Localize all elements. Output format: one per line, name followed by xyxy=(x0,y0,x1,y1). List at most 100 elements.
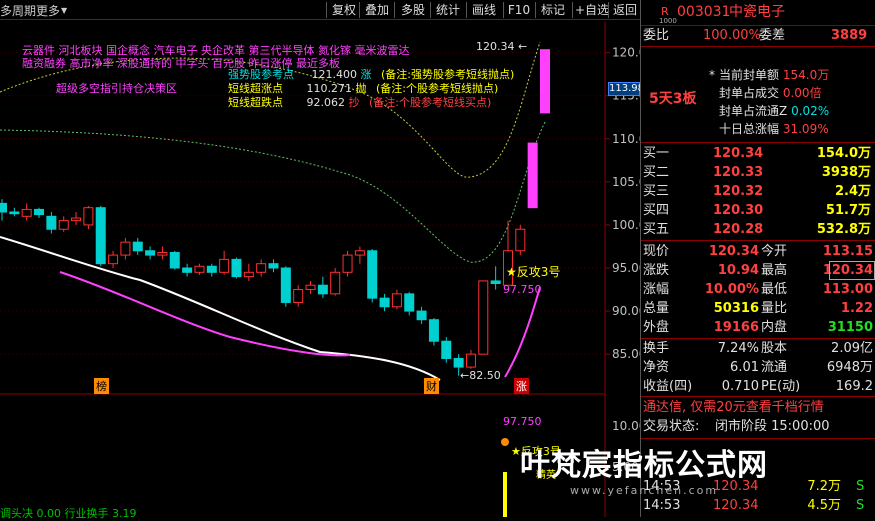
candle-body xyxy=(120,241,131,256)
candle[interactable] xyxy=(293,285,304,307)
candle[interactable] xyxy=(231,257,242,279)
candle[interactable] xyxy=(527,142,538,209)
toolbar-button[interactable]: 画线 xyxy=(468,1,500,19)
streak-label: 5天3板 xyxy=(649,91,697,107)
stat-value: 31.09% xyxy=(782,122,829,136)
toolbar-button[interactable]: 统计 xyxy=(432,1,464,19)
bid-price[interactable]: 120.28 xyxy=(713,221,763,239)
bid-volume: 154.0万 xyxy=(816,146,871,161)
weicha-value: 3889 xyxy=(831,28,868,43)
candle[interactable] xyxy=(145,246,156,260)
candle[interactable] xyxy=(478,280,489,355)
candle[interactable] xyxy=(515,224,526,256)
candle[interactable] xyxy=(490,266,501,290)
candle[interactable] xyxy=(83,205,94,230)
candle-body xyxy=(527,142,538,209)
candle[interactable] xyxy=(441,336,452,363)
candle-body xyxy=(490,280,501,285)
bid-price[interactable]: 120.33 xyxy=(713,164,763,182)
toolbar-button[interactable]: F10 xyxy=(505,1,533,19)
toolbar-button[interactable]: 标记 xyxy=(537,1,569,19)
toolbar-button[interactable]: +自选 xyxy=(574,1,610,19)
bid-price[interactable]: 120.34 xyxy=(713,145,763,163)
candle[interactable] xyxy=(169,250,180,270)
candle[interactable] xyxy=(108,250,119,268)
candle[interactable] xyxy=(416,306,427,324)
candle-body xyxy=(540,49,550,114)
candle[interactable] xyxy=(342,250,353,277)
candle[interactable] xyxy=(465,349,476,369)
candle[interactable] xyxy=(120,237,131,260)
fund-value: 6.01 xyxy=(730,360,759,375)
candle[interactable] xyxy=(71,212,82,225)
candle[interactable] xyxy=(21,203,32,221)
candle[interactable] xyxy=(367,249,378,303)
candle[interactable] xyxy=(404,292,415,316)
candle[interactable] xyxy=(330,268,341,296)
candle[interactable] xyxy=(182,263,193,277)
quote-value: 50316 xyxy=(713,301,759,316)
candle[interactable] xyxy=(391,289,402,310)
candle-body xyxy=(367,250,378,299)
candle[interactable] xyxy=(34,207,45,219)
candle[interactable] xyxy=(157,246,168,260)
toolbar-button[interactable]: 多股 xyxy=(396,1,430,19)
candle[interactable] xyxy=(428,317,439,346)
candle[interactable] xyxy=(132,237,143,256)
candle[interactable] xyxy=(540,49,550,114)
candle[interactable] xyxy=(46,212,57,234)
bid-label: 买五 xyxy=(643,222,670,237)
fangong-label: ★反攻3号 xyxy=(506,265,561,279)
marker-zhang[interactable]: 涨 xyxy=(514,378,529,394)
period-selector[interactable]: 多周期 xyxy=(0,2,36,19)
candle-body xyxy=(391,293,402,308)
bid-price[interactable]: 120.32 xyxy=(713,183,763,201)
candle[interactable] xyxy=(280,266,291,307)
bid-label: 买四 xyxy=(643,203,670,218)
toolbar-button[interactable]: 复权 xyxy=(328,1,360,19)
tick-price: 120.34 xyxy=(713,498,759,513)
candle-body xyxy=(305,284,316,291)
toolbar-button[interactable]: 叠加 xyxy=(361,1,393,19)
y-tick-label: 95.00 xyxy=(612,261,640,275)
candle[interactable] xyxy=(0,199,7,221)
candle[interactable] xyxy=(206,263,217,277)
candle[interactable] xyxy=(58,216,69,232)
toolbar-separator xyxy=(466,2,467,18)
candle[interactable] xyxy=(194,263,205,275)
candle[interactable] xyxy=(305,280,316,294)
candle[interactable] xyxy=(219,250,230,275)
more-menu[interactable]: 更多 xyxy=(36,2,60,19)
fund-label: 流通 xyxy=(761,360,788,375)
candle[interactable] xyxy=(243,263,254,281)
candle[interactable] xyxy=(317,276,328,299)
bid-price[interactable]: 120.30 xyxy=(713,202,763,220)
candle-body xyxy=(268,263,279,269)
candle[interactable] xyxy=(9,207,20,217)
toolbar-separator xyxy=(572,2,573,18)
marker-cai[interactable]: 财 xyxy=(424,378,439,394)
candle[interactable] xyxy=(268,259,279,273)
toolbar-separator xyxy=(503,2,504,18)
weicha-label: 委差 xyxy=(759,28,786,43)
upgrade-ad[interactable]: 通达信, 仅需20元查看千档行情 xyxy=(643,399,824,417)
candle-body xyxy=(219,258,230,273)
tick-time: 14:53 xyxy=(643,498,681,513)
marker-bang[interactable]: 榜 xyxy=(94,378,109,394)
candle[interactable] xyxy=(256,259,267,277)
fund-label: 股本 xyxy=(761,341,788,356)
stat-label: 十日总涨幅 xyxy=(719,122,780,136)
candle-body xyxy=(453,357,464,368)
decision-zone-label: 超级多空指引持仓决策区 xyxy=(56,82,177,95)
candle[interactable] xyxy=(95,205,106,267)
candle[interactable] xyxy=(379,293,390,312)
chevron-down-icon[interactable]: ▼ xyxy=(61,6,67,15)
current-price-tag: 113.98 xyxy=(608,82,644,96)
middle-band-line xyxy=(0,121,546,263)
quote-value: 113.15 xyxy=(822,244,873,259)
candle[interactable] xyxy=(354,246,365,264)
weibi-value: 100.00% xyxy=(703,28,761,43)
candle-body xyxy=(83,207,94,226)
toolbar-button[interactable]: 返回 xyxy=(610,1,640,19)
tick-volume: 4.5万 xyxy=(807,498,841,513)
